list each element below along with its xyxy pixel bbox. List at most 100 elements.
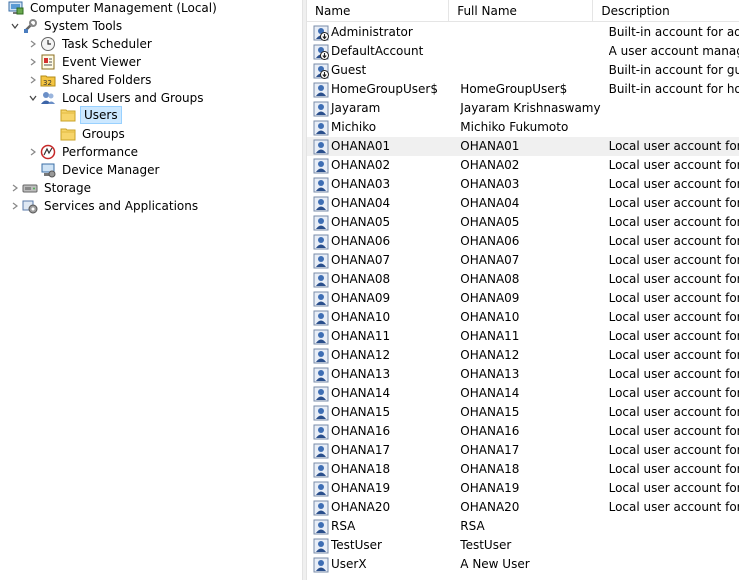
table-row[interactable]: OHANA07 OHANA07 Local user account for emp… [307,251,739,270]
cell-full-name: OHANA11 [460,329,520,343]
user-icon [313,443,329,458]
table-row[interactable]: UserX A New User [307,555,739,574]
table-row[interactable]: OHANA13 OHANA13 Local user account for emp… [307,365,739,384]
cell-full-name: OHANA02 [460,158,520,172]
chevron-down-icon[interactable] [26,89,40,107]
chevron-right-icon[interactable] [8,197,22,215]
cell-name: OHANA02 [307,156,460,175]
user-name: OHANA02 [331,158,391,172]
user-name: TestUser [331,538,382,552]
table-row[interactable]: OHANA01 OHANA01 Local user account for emp… [307,137,739,156]
user-icon [313,500,329,515]
cell-name: OHANA16 [307,422,460,441]
table-row[interactable]: OHANA11 OHANA11 Local user account for emp… [307,327,739,346]
tree-item-performance[interactable]: Performance [26,143,140,161]
cell-description: Local user account for employee [608,443,739,457]
tree-item-label: Local Users and Groups [62,91,204,105]
user-name: RSA [331,519,356,533]
table-row[interactable]: OHANA17 OHANA17 Local user account for emp… [307,441,739,460]
tree-item-task-scheduler[interactable]: Task Scheduler [26,35,154,53]
chevron-right-icon[interactable] [26,53,40,71]
table-row[interactable]: Michiko Michiko Fukumoto [307,118,739,137]
cell-name: DefaultAccount [307,42,460,61]
table-row[interactable]: Jayaram Jayaram Krishnaswamy [307,99,739,118]
tree-item-device-manager[interactable]: Device Manager [26,161,161,179]
cell-description: Local user account for employee [608,253,739,267]
tree-item-storage[interactable]: Storage [8,179,93,197]
table-row[interactable]: OHANA15 OHANA15 Local user account for emp… [307,403,739,422]
cell-full-name: Michiko Fukumoto [460,120,569,134]
table-row[interactable]: Administrator Built-in account for admini… [307,23,739,42]
table-row[interactable]: OHANA14 OHANA14 Local user account for emp… [307,384,739,403]
tree-item-local-users-and-groups[interactable]: Local Users and Groups [26,89,206,107]
chevron-right-icon[interactable] [26,71,40,89]
user-name: OHANA11 [331,329,391,343]
tree-item-system-tools[interactable]: System Tools [8,17,124,35]
cell-description: Local user account for employee [608,272,739,286]
storage-icon [22,180,38,196]
cell-description: Local user account for employee [608,348,739,362]
column-header-description[interactable]: Description [593,0,739,22]
user-icon [313,291,329,306]
table-row[interactable]: OHANA19 OHANA19 Local user account for emp… [307,479,739,498]
user-name: Guest [331,63,367,77]
cell-full-name: OHANA18 [460,462,520,476]
user-icon [313,82,329,97]
cell-full-name: OHANA20 [460,500,520,514]
cell-name: TestUser [307,536,460,555]
table-row[interactable]: HomeGroupUser$ HomeGroupUser$ Built-in acc… [307,80,739,99]
chevron-down-icon[interactable] [8,17,22,35]
column-header-full-name[interactable]: Full Name [449,0,594,22]
folder-icon [60,126,76,142]
table-row[interactable]: OHANA10 OHANA10 Local user account for emp… [307,308,739,327]
cell-description: Local user account for employee [608,367,739,381]
table-row[interactable]: OHANA09 OHANA09 Local user account for emp… [307,289,739,308]
tree-item-groups[interactable]: Groups [46,125,127,143]
table-row[interactable]: DefaultAccount A user account managed by … [307,42,739,61]
chevron-right-icon[interactable] [8,179,22,197]
tree-item-shared-folders[interactable]: 32 Shared Folders [26,71,153,89]
user-icon [313,196,329,211]
table-row[interactable]: Guest Built-in account for guest access t… [307,61,739,80]
tree-item-users[interactable]: Users [46,106,122,124]
users-list-view[interactable]: Name Full Name Description Administrator… [307,0,739,580]
cell-name: OHANA18 [307,460,460,479]
table-row[interactable]: OHANA16 OHANA16 Local user account for emp… [307,422,739,441]
table-row[interactable]: TestUser TestUser [307,536,739,555]
tree-root[interactable]: Computer Management (Local) [0,0,219,17]
cell-full-name: OHANA09 [460,291,520,305]
tree-item-label: Shared Folders [62,73,152,87]
user-name: HomeGroupUser$ [331,82,438,96]
chevron-right-icon[interactable] [26,35,40,53]
table-row[interactable]: OHANA18 OHANA18 Local user account for emp… [307,460,739,479]
cell-description: Local user account for employee [608,215,739,229]
user-icon [313,177,329,192]
user-icon [313,310,329,325]
cell-description: Local user account for employee [608,405,739,419]
tree-item-label: Storage [44,181,91,195]
console-tree[interactable]: Computer Management (Local) System Tools… [0,0,302,580]
column-header-name[interactable]: Name [307,0,450,22]
tree-item-event-viewer[interactable]: Event Viewer [26,53,143,71]
table-row[interactable]: OHANA12 OHANA12 Local user account for emp… [307,346,739,365]
cell-name: OHANA19 [307,479,460,498]
table-row[interactable]: OHANA08 OHANA08 Local user account for emp… [307,270,739,289]
cell-full-name: RSA [460,519,485,533]
user-name: OHANA05 [331,215,391,229]
tree-item-services-and-applications[interactable]: Services and Applications [8,197,200,215]
cell-full-name: OHANA01 [460,139,520,153]
table-row[interactable]: OHANA05 OHANA05 Local user account for emp… [307,213,739,232]
user-name: OHANA18 [331,462,391,476]
cell-description: Built-in account for administering the c… [608,25,739,39]
table-row[interactable]: OHANA03 OHANA03 Local user account for emp… [307,175,739,194]
table-row[interactable]: OHANA02 OHANA02 Local user account for emp… [307,156,739,175]
user-icon [313,272,329,287]
user-icon [313,253,329,268]
user-name: OHANA03 [331,177,391,191]
table-row[interactable]: RSA RSA [307,517,739,536]
table-row[interactable]: OHANA04 OHANA04 Local user account for emp… [307,194,739,213]
chevron-right-icon[interactable] [26,143,40,161]
table-row[interactable]: OHANA20 OHANA20 Local user account for emp… [307,498,739,517]
table-row[interactable]: OHANA06 OHANA06 Local user account for emp… [307,232,739,251]
user-icon [313,557,329,572]
